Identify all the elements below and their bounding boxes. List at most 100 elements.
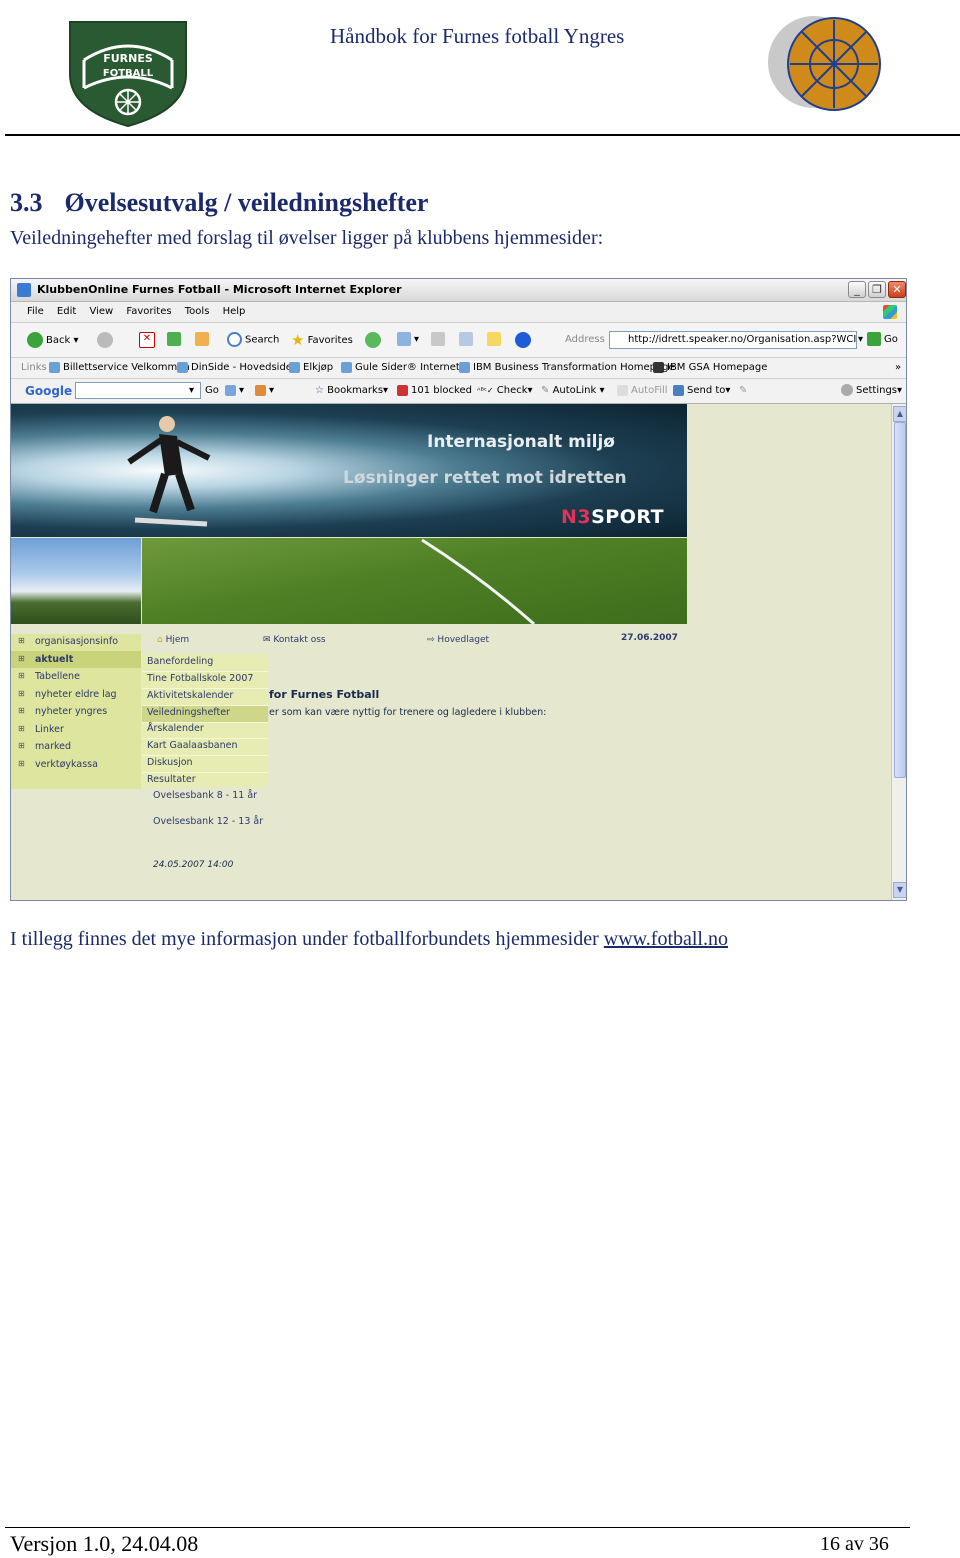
n3sport-logo: N3SPORT bbox=[561, 506, 664, 528]
google-options-icon bbox=[225, 384, 236, 396]
home-button[interactable] bbox=[195, 332, 212, 348]
nav-home[interactable]: ⌂ Hjem bbox=[157, 635, 189, 645]
link-gule-sider[interactable]: Gule Sider® Internett bbox=[341, 360, 464, 376]
sub-item-tine-fotballskole[interactable]: Tine Fotballskole 2007 bbox=[147, 673, 253, 684]
spellcheck-icon: ᴬᴮᶜ✓ bbox=[477, 386, 494, 395]
standard-toolbar: Back ▾ ✕ Search ★ Favorites ▾ Address ht… bbox=[11, 323, 906, 358]
sub-item-diskusjon[interactable]: Diskusjon bbox=[147, 757, 193, 768]
expand-icon[interactable]: ⊞ bbox=[18, 724, 25, 733]
side-item-organisasjonsinfo[interactable]: organisasjonsinfo bbox=[35, 636, 118, 647]
print-button[interactable] bbox=[431, 332, 448, 348]
refresh-button[interactable] bbox=[167, 332, 184, 348]
sub-item-banefordeling[interactable]: Banefordeling bbox=[147, 656, 213, 667]
sub-item-resultater[interactable]: Resultater bbox=[147, 774, 196, 785]
link-dinside[interactable]: DinSide - Hovedside bbox=[177, 360, 292, 376]
menu-view[interactable]: View bbox=[89, 302, 113, 322]
link-ibm-bt[interactable]: IBM Business Transformation Homepage bbox=[459, 360, 675, 376]
autofill-button[interactable]: AutoFill bbox=[617, 383, 668, 399]
brand-n3: N3 bbox=[561, 506, 592, 528]
ie-icon bbox=[17, 283, 31, 297]
scroll-up-arrow-icon[interactable]: ▲ bbox=[893, 406, 906, 422]
highlight-icon[interactable]: ✎ bbox=[739, 383, 747, 399]
sub-menu-divider bbox=[142, 738, 268, 739]
page-icon bbox=[653, 361, 664, 373]
nav-date: 27.06.2007 bbox=[621, 633, 678, 643]
go-label: Go bbox=[884, 334, 898, 345]
sub-item-veiledningshefter[interactable]: Veiledningshefter bbox=[147, 707, 230, 718]
google-settings-dropdown[interactable]: ▾ bbox=[225, 383, 244, 399]
menu-help[interactable]: Help bbox=[223, 302, 246, 322]
go-button[interactable]: Go bbox=[867, 332, 898, 348]
vertical-scrollbar[interactable]: ▲ ▼ bbox=[891, 404, 906, 900]
outro-paragraph: I tillegg finnes det mye informasjon und… bbox=[10, 928, 728, 951]
menu-tools[interactable]: Tools bbox=[185, 302, 210, 322]
nav-contact[interactable]: ✉ Kontakt oss bbox=[263, 635, 326, 645]
side-item-marked[interactable]: marked bbox=[35, 741, 71, 752]
forward-button[interactable] bbox=[97, 332, 116, 349]
minimize-button[interactable]: _ bbox=[848, 281, 866, 298]
settings-button[interactable]: Settings▾ bbox=[841, 383, 902, 399]
nav-home-label: Hjem bbox=[165, 635, 190, 645]
sub-item-aktivitetskalender[interactable]: Aktivitetskalender bbox=[147, 690, 233, 701]
menu-file[interactable]: File bbox=[27, 302, 44, 322]
favorites-button[interactable]: ★ Favorites bbox=[291, 332, 353, 349]
links-more-icon[interactable]: » bbox=[895, 360, 901, 376]
spellcheck-button[interactable]: ᴬᴮᶜ✓ Check▾ bbox=[477, 383, 533, 399]
close-button[interactable]: ✕ bbox=[888, 281, 906, 298]
expand-icon[interactable]: ⊞ bbox=[18, 636, 25, 645]
page-icon bbox=[459, 361, 470, 373]
side-item-tabellene[interactable]: Tabellene bbox=[35, 671, 80, 682]
side-item-verktoykassa[interactable]: verktøykassa bbox=[35, 759, 98, 770]
fotball-no-link[interactable]: www.fotball.no bbox=[604, 928, 728, 950]
favorites-star-icon: ★ bbox=[291, 331, 305, 349]
sub-item-arskalender[interactable]: Årskalender bbox=[147, 723, 204, 734]
side-item-linker[interactable]: Linker bbox=[35, 724, 64, 735]
scroll-down-arrow-icon[interactable]: ▼ bbox=[893, 882, 906, 898]
send-to-button[interactable]: Send to▾ bbox=[673, 383, 730, 399]
expand-icon[interactable]: ⊞ bbox=[18, 741, 25, 750]
stop-button[interactable]: ✕ bbox=[139, 332, 158, 349]
link-label: Billettservice Velkommen bbox=[63, 362, 190, 373]
footer-divider bbox=[5, 1527, 910, 1528]
google-search-input[interactable] bbox=[75, 382, 201, 399]
expand-icon[interactable]: ⊞ bbox=[18, 671, 25, 680]
address-dropdown-icon[interactable]: ▾ bbox=[858, 332, 863, 348]
link-elkjop[interactable]: Elkjøp bbox=[289, 360, 333, 376]
address-input[interactable]: http://idrett.speaker.no/Organisation.as… bbox=[609, 331, 857, 349]
pagerank-button[interactable]: ▾ bbox=[255, 383, 274, 399]
google-dropdown-icon[interactable]: ▾ bbox=[189, 383, 194, 399]
scroll-thumb[interactable] bbox=[894, 422, 906, 778]
bookmarks-button[interactable]: ☆ Bookmarks▾ bbox=[315, 383, 388, 399]
sub-item-kart[interactable]: Kart Gaalaasbanen bbox=[147, 740, 238, 751]
mail-button[interactable]: ▾ bbox=[397, 332, 419, 348]
expand-icon[interactable]: ⊞ bbox=[18, 689, 25, 698]
doc-link-ovelsesbank-8-11[interactable]: Ovelsesbank 8 - 11 år bbox=[153, 790, 257, 801]
arrow-right-icon: ⇨ bbox=[427, 635, 435, 645]
footer-page-number: 16 av 36 bbox=[820, 1533, 889, 1555]
link-billettservice[interactable]: Billettservice Velkommen bbox=[49, 360, 190, 376]
nav-main-team[interactable]: ⇨ Hovedlaget bbox=[427, 635, 489, 645]
maximize-button[interactable]: ❐ bbox=[868, 281, 886, 298]
popup-blocker[interactable]: 101 blocked bbox=[397, 383, 472, 399]
menu-edit[interactable]: Edit bbox=[57, 302, 76, 322]
side-item-nyheter-eldre[interactable]: nyheter eldre lag bbox=[35, 689, 117, 700]
menu-favorites[interactable]: Favorites bbox=[126, 302, 171, 322]
side-item-aktuelt[interactable]: aktuelt bbox=[35, 654, 73, 665]
expand-icon[interactable]: ⊞ bbox=[18, 654, 25, 663]
google-toolbar: Google ▾ Go ▾ ▾ ☆ Bookmarks▾ 101 blocked… bbox=[11, 379, 906, 404]
autolink-button[interactable]: ✎ AutoLink ▾ bbox=[541, 383, 604, 399]
bluetooth-button[interactable] bbox=[515, 332, 534, 349]
history-button[interactable] bbox=[365, 332, 384, 349]
expand-icon[interactable]: ⊞ bbox=[18, 759, 25, 768]
side-item-nyheter-yngres[interactable]: nyheter yngres bbox=[35, 706, 107, 717]
edit-button[interactable] bbox=[459, 332, 476, 348]
expand-icon[interactable]: ⊞ bbox=[18, 706, 25, 715]
notes-button[interactable] bbox=[487, 332, 504, 348]
refresh-icon bbox=[167, 332, 181, 346]
doc-link-ovelsesbank-12-13[interactable]: Ovelsesbank 12 - 13 år bbox=[153, 816, 263, 827]
search-button[interactable]: Search bbox=[227, 332, 279, 349]
print-icon bbox=[431, 332, 445, 346]
back-button[interactable]: Back ▾ bbox=[27, 332, 78, 349]
link-ibm-gsa[interactable]: IBM GSA Homepage bbox=[653, 360, 767, 376]
google-go-button[interactable]: Go bbox=[205, 383, 219, 399]
